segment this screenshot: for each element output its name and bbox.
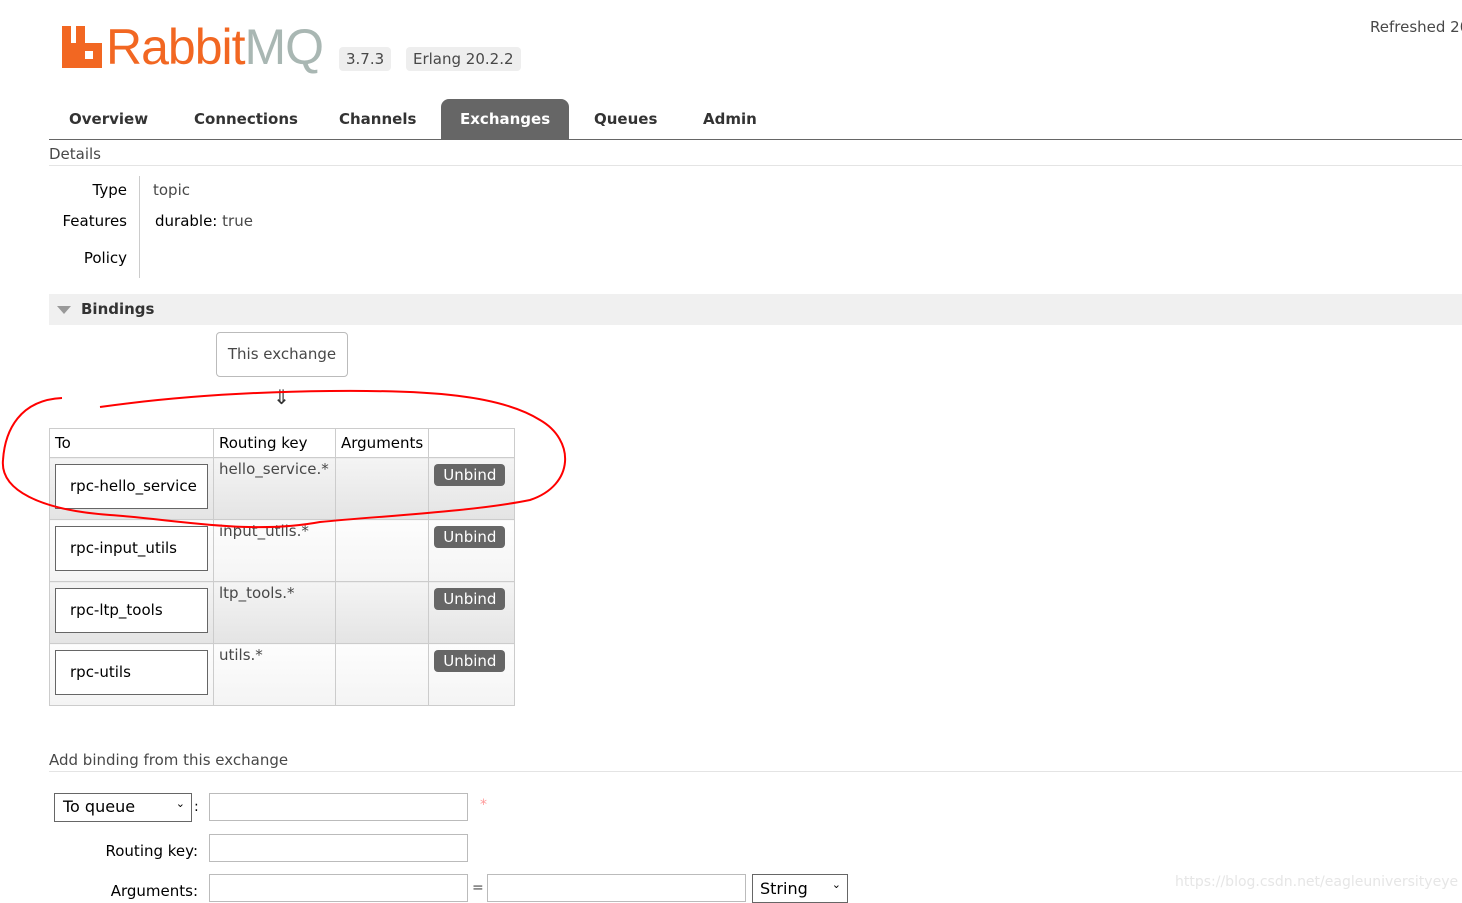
routing-key-cell: input_utils.* (213, 519, 336, 582)
table-row: rpc-ltp_tools ltp_tools.* Unbind (49, 581, 516, 644)
arguments-cell (334, 581, 430, 644)
routing-key-cell: utils.* (213, 643, 336, 706)
features-value: durable: true (155, 212, 253, 230)
version-badge: 3.7.3 (339, 47, 392, 71)
queue-link[interactable]: rpc-utils (55, 650, 208, 695)
details-divider (139, 176, 140, 278)
argument-key-input[interactable] (209, 874, 468, 902)
tab-overview[interactable]: Overview (50, 99, 167, 139)
equals-sign: = (472, 880, 484, 896)
arguments-label: Arguments: (110, 882, 198, 900)
brand-name: RabbitMQ (106, 19, 324, 75)
collapse-triangle-icon (57, 306, 71, 314)
unbind-button[interactable]: Unbind (434, 526, 506, 548)
queue-link[interactable]: rpc-hello_service (55, 464, 208, 509)
rabbitmq-logo[interactable]: RabbitMQ (62, 19, 324, 75)
col-arguments: Arguments (334, 428, 430, 458)
table-row: rpc-hello_service hello_service.* Unbind (49, 457, 516, 520)
required-mark: * (480, 797, 487, 813)
routing-key-label: Routing key: (105, 842, 199, 860)
arguments-cell (334, 457, 430, 520)
routing-key-input[interactable] (209, 834, 468, 862)
colon: : (194, 799, 199, 815)
col-actions (428, 428, 516, 458)
chevron-down-icon: ⌄ (175, 797, 185, 810)
main-nav: Overview Connections Channels Exchanges … (49, 99, 1462, 140)
routing-key-cell: ltp_tools.* (213, 581, 336, 644)
unbind-button[interactable]: Unbind (434, 588, 506, 610)
bindings-section-header[interactable]: Bindings (49, 294, 1462, 325)
watermark: https://blog.csdn.net/eagleuniversityeye (1175, 874, 1459, 890)
bindings-table: To Routing key Arguments rpc-hello_servi… (49, 428, 516, 706)
routing-key-cell: hello_service.* (213, 457, 336, 520)
add-binding-title: Add binding from this exchange (49, 751, 1462, 772)
refreshed-status[interactable]: Refreshed 20 (1370, 18, 1462, 36)
this-exchange-box: This exchange (216, 332, 348, 377)
arguments-cell (334, 519, 430, 582)
col-to: To (49, 428, 214, 458)
queue-link[interactable]: rpc-input_utils (55, 526, 208, 571)
details-section-title[interactable]: Details (49, 145, 1462, 166)
argument-value-input[interactable] (487, 874, 746, 902)
down-arrow-icon: ⇓ (273, 385, 290, 409)
tab-channels[interactable]: Channels (320, 99, 435, 139)
destination-input[interactable] (209, 793, 468, 821)
erlang-badge: Erlang 20.2.2 (406, 47, 521, 71)
tab-queues[interactable]: Queues (575, 99, 676, 139)
rabbit-logo-icon (62, 26, 102, 68)
argument-type-select[interactable]: String ⌄ (752, 874, 848, 903)
tab-exchanges[interactable]: Exchanges (441, 99, 570, 139)
type-label: Type (92, 181, 127, 199)
type-value: topic (153, 181, 190, 199)
unbind-button[interactable]: Unbind (434, 464, 506, 486)
table-row: rpc-utils utils.* Unbind (49, 643, 516, 706)
queue-link[interactable]: rpc-ltp_tools (55, 588, 208, 633)
tab-connections[interactable]: Connections (175, 99, 317, 139)
bindings-title: Bindings (81, 300, 155, 318)
tab-admin[interactable]: Admin (684, 99, 776, 139)
arguments-cell (334, 643, 430, 706)
chevron-down-icon: ⌄ (831, 878, 841, 891)
destination-type-select[interactable]: To queue ⌄ (54, 793, 192, 822)
unbind-button[interactable]: Unbind (434, 650, 506, 672)
col-routing-key: Routing key (213, 428, 336, 458)
features-label: Features (62, 212, 128, 230)
table-header: To Routing key Arguments (49, 428, 516, 458)
policy-label: Policy (83, 249, 127, 267)
table-row: rpc-input_utils input_utils.* Unbind (49, 519, 516, 582)
